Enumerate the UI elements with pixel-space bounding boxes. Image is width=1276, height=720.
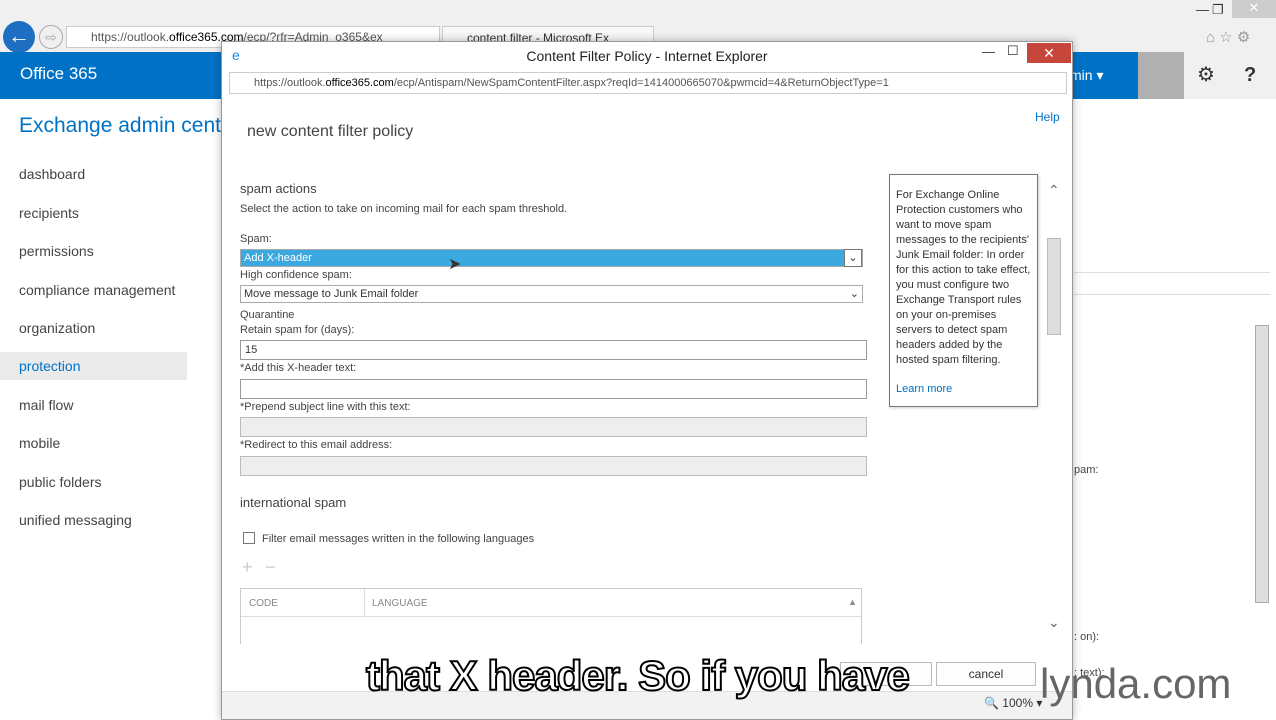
gear-icon[interactable]: ⚙ <box>1197 52 1215 99</box>
dialog-heading: new content filter policy <box>247 123 414 140</box>
sidebar-item-permissions[interactable]: permissions <box>19 243 94 259</box>
col-language[interactable]: LANGUAGE <box>372 598 428 609</box>
sidebar-item-public-folders[interactable]: public folders <box>19 474 102 490</box>
filter-languages-label: Filter email messages written in the fol… <box>262 533 535 545</box>
popup-title: Content Filter Policy - Internet Explore… <box>222 42 1072 70</box>
forward-button[interactable]: ⇨ <box>39 25 63 49</box>
page-title: Exchange admin cente <box>19 114 233 137</box>
spam-action-select[interactable]: Add X-header ⌄ <box>240 249 863 267</box>
retain-label: Retain spam for (days): <box>240 324 355 336</box>
sidebar-item-recipients[interactable]: recipients <box>19 205 79 221</box>
scroll-up-icon[interactable]: ⌃ <box>1048 182 1060 199</box>
sidebar-item-compliance[interactable]: compliance management <box>19 282 175 298</box>
popup-maximize-icon[interactable]: ☐ <box>1007 43 1019 59</box>
popup-close-icon[interactable]: ✕ <box>1027 43 1071 63</box>
prepend-input[interactable] <box>240 417 867 437</box>
close-icon[interactable]: ✕ <box>1232 0 1276 18</box>
mouse-cursor-icon: ➤ <box>448 256 462 273</box>
divider <box>1074 294 1270 295</box>
high-confidence-label: High confidence spam: <box>240 269 352 281</box>
intl-title: international spam <box>240 495 347 510</box>
tooltip-callout: For Exchange Online Protection customers… <box>889 174 1038 407</box>
help-icon[interactable]: ? <box>1244 52 1256 99</box>
select-value: Move message to Junk Email folder <box>244 288 419 300</box>
bg-fragment: pam: <box>1074 464 1099 476</box>
back-button[interactable]: ← <box>3 21 35 53</box>
avatar[interactable] <box>1138 52 1184 99</box>
redirect-input[interactable] <box>240 456 867 476</box>
sidebar-item-organization[interactable]: organization <box>19 320 95 336</box>
spam-label: Spam: <box>240 233 272 245</box>
tooltip-text: For Exchange Online Protection customers… <box>896 189 1031 366</box>
redirect-label: *Redirect to this email address: <box>240 439 393 451</box>
section-desc: Select the action to take on incoming ma… <box>240 203 568 215</box>
quarantine-label: Quarantine <box>240 309 295 321</box>
section-title: spam actions <box>240 181 317 196</box>
background-scrollbar[interactable] <box>1255 325 1269 603</box>
popup-address-bar: https://outlook.office365.com/ecp/Antisp… <box>229 72 1067 94</box>
languages-table: CODE LANGUAGE ▲ <box>240 588 862 644</box>
xheader-input[interactable] <box>240 379 867 399</box>
zoom-icon: 🔍 <box>984 696 999 710</box>
sidebar-item-dashboard[interactable]: dashboard <box>19 166 85 182</box>
cancel-button[interactable]: cancel <box>936 662 1036 686</box>
user-menu[interactable]: min ▾ <box>1070 67 1103 84</box>
help-link[interactable]: Help <box>1035 110 1060 124</box>
sidebar-item-protection[interactable]: protection <box>19 358 80 374</box>
col-code[interactable]: CODE <box>249 598 278 609</box>
restore-icon[interactable]: ❐ <box>1212 2 1224 18</box>
office365-logo[interactable]: Office 365 <box>20 64 97 84</box>
sidebar-item-mail-flow[interactable]: mail flow <box>19 397 73 413</box>
scroll-down-icon[interactable]: ⌄ <box>1048 614 1060 631</box>
zoom-value: 100% <box>1002 696 1033 710</box>
sidebar-item-mobile[interactable]: mobile <box>19 435 60 451</box>
table-header <box>241 589 861 617</box>
chevron-down-icon: ⌄ <box>844 249 862 267</box>
chevron-down-icon: ⌄ <box>849 288 859 300</box>
ie-icon: e <box>232 47 240 63</box>
sort-up-icon: ▲ <box>848 597 857 607</box>
address-host: office365.com <box>325 77 394 89</box>
xheader-label: *Add this X-header text: <box>240 362 357 374</box>
zoom-level[interactable]: 🔍 100% ▾ <box>984 696 1042 710</box>
learn-more-link[interactable]: Learn more <box>896 382 1031 397</box>
address-prefix: https://outlook. <box>254 77 326 89</box>
home-icon[interactable]: ⌂ ☆ ⚙ <box>1206 28 1250 46</box>
sidebar-item-unified-messaging[interactable]: unified messaging <box>19 512 132 528</box>
high-confidence-select[interactable]: Move message to Junk Email folder ⌄ <box>240 285 863 303</box>
dialog-scrollbar-thumb[interactable] <box>1047 238 1061 335</box>
popup-minimize-icon[interactable]: — <box>982 44 995 59</box>
add-icon[interactable]: + <box>242 557 253 578</box>
header-tools: ⚙ ? <box>1184 52 1276 99</box>
select-value: Add X-header <box>244 252 312 264</box>
popup-window: Content Filter Policy - Internet Explore… <box>221 41 1073 720</box>
minimize-icon[interactable]: — <box>1196 2 1209 17</box>
retain-days-input[interactable]: 15 <box>240 340 867 360</box>
bg-fragment: : on): <box>1074 631 1100 643</box>
divider <box>1074 272 1270 273</box>
prepend-label: *Prepend subject line with this text: <box>240 401 411 413</box>
filter-languages-checkbox[interactable] <box>243 532 255 544</box>
address-prefix: https://outlook. <box>91 30 170 44</box>
lynda-watermark: lynda.com <box>1040 660 1232 707</box>
video-caption: that X header. So if you have <box>365 651 911 700</box>
column-divider <box>364 589 365 617</box>
remove-icon[interactable]: − <box>265 557 276 578</box>
address-path: /ecp/Antispam/NewSpamContentFilter.aspx?… <box>393 77 889 89</box>
